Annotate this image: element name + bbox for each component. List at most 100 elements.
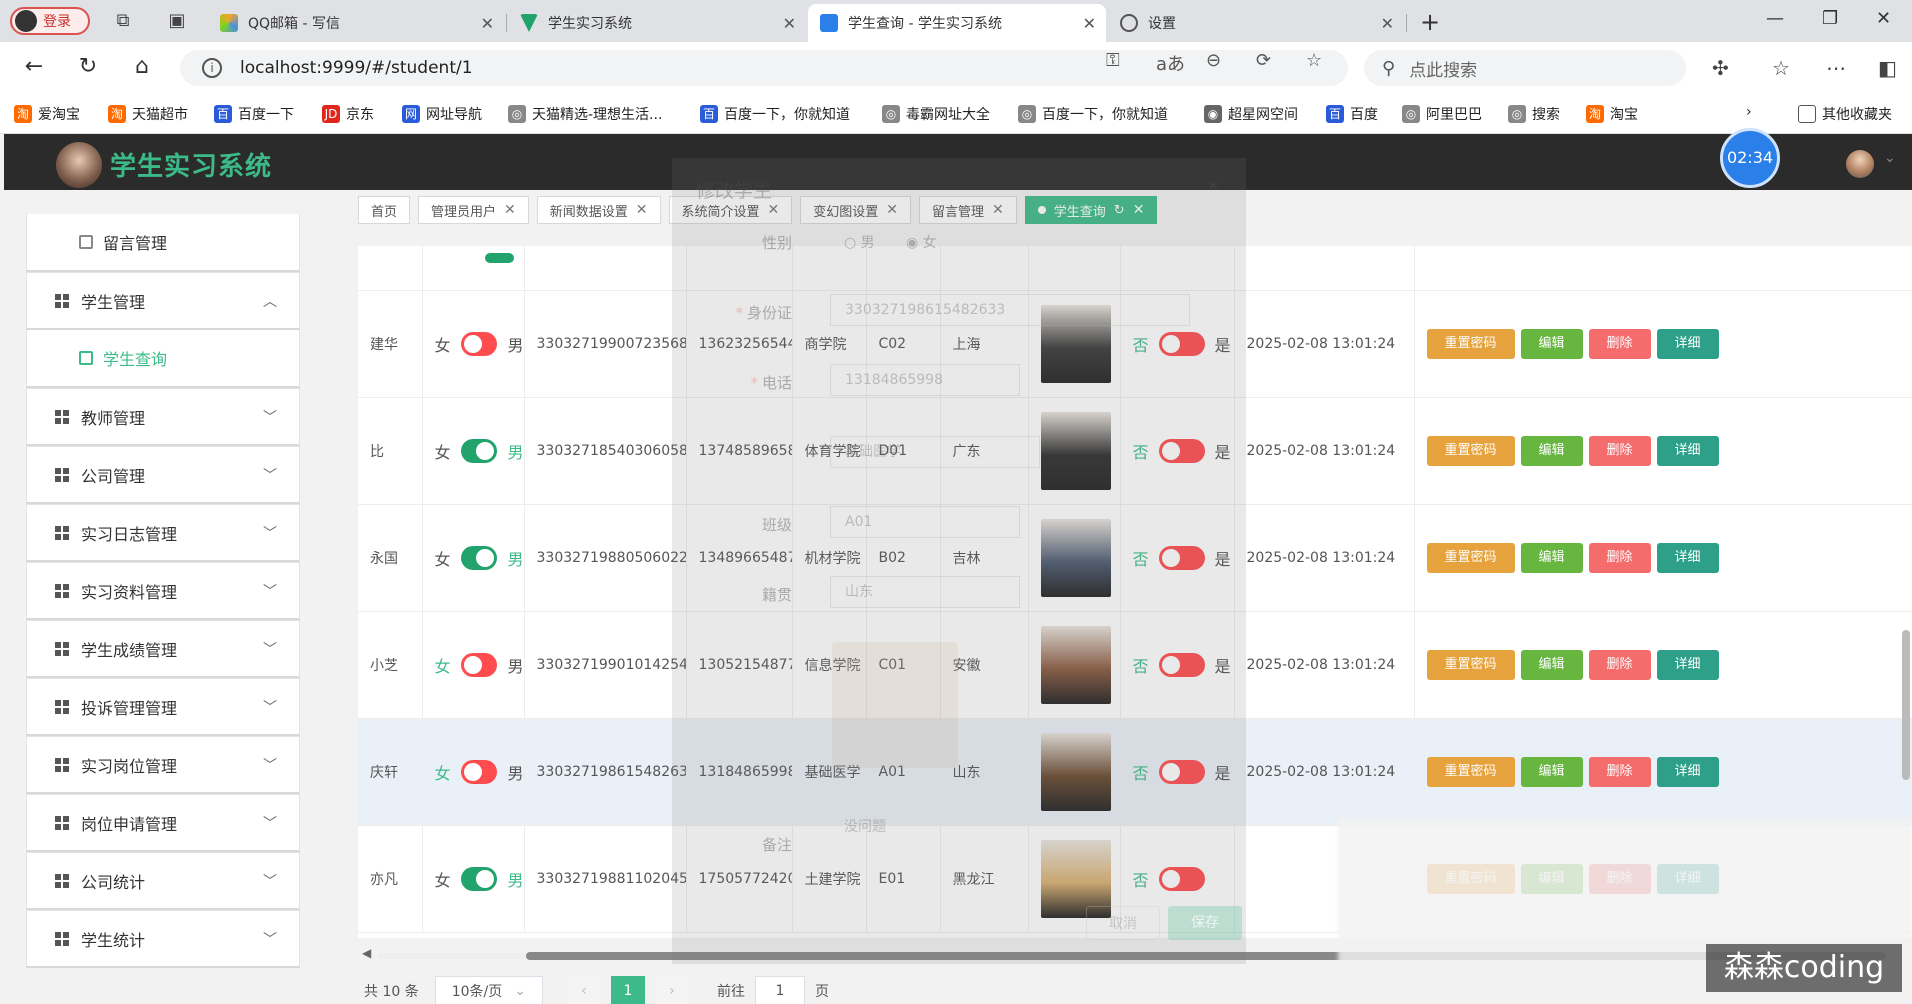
college-select[interactable]: 基础医学 <box>830 436 1040 468</box>
class-input[interactable]: A01 <box>830 506 1020 538</box>
close-icon[interactable]: ✕ <box>1207 176 1220 195</box>
other-bookmarks[interactable]: 其他收藏夹 <box>1798 104 1892 124</box>
browser-tab-system[interactable]: 学生实习系统 ✕ <box>508 4 806 42</box>
sidebar-item-student-query[interactable]: 学生查询 <box>26 330 300 388</box>
reset-password-button[interactable]: 重置密码 <box>1426 756 1515 787</box>
page-size-select[interactable]: 10条/页 ⌄ <box>434 976 543 1004</box>
detail-button[interactable]: 详细 <box>1656 649 1719 680</box>
detail-button[interactable]: 详细 <box>1656 328 1719 359</box>
detail-button[interactable]: 详细 <box>1656 435 1719 466</box>
bookmark-item[interactable]: ◎ 搜索 <box>1508 104 1560 124</box>
profile-button[interactable]: 登录 <box>10 7 90 35</box>
sidebar-item-position[interactable]: 实习岗位管理 ﹀ <box>26 736 300 794</box>
next-page-button[interactable]: › <box>656 976 687 1004</box>
tab-actions-icon[interactable]: ▣ <box>166 10 188 32</box>
tag-admin[interactable]: 管理员用户 ✕ <box>418 196 529 224</box>
sidebar-item-log[interactable]: 实习日志管理 ﹀ <box>26 504 300 562</box>
remark-input[interactable]: 没问题 <box>830 812 1190 844</box>
close-icon[interactable]: ✕ <box>1381 14 1394 33</box>
goto-input[interactable]: 1 <box>754 976 805 1004</box>
edit-button[interactable]: 编辑 <box>1520 435 1583 466</box>
bookmark-item[interactable]: ◎ 百度一下，你就知道 <box>1018 104 1168 124</box>
bookmark-item[interactable]: ◎ 天猫精选-理想生活... <box>508 104 662 124</box>
gender-radio-female[interactable]: ◉ 女 <box>906 232 937 252</box>
bookmark-item[interactable]: 淘淘宝 <box>1586 104 1638 124</box>
minimize-icon[interactable]: — <box>1766 8 1784 29</box>
key-icon[interactable]: ⚿ <box>1106 50 1120 71</box>
window-close-icon[interactable]: ✕ <box>1876 8 1891 29</box>
bookmark-item[interactable]: 淘天猫超市 <box>108 104 188 124</box>
edit-button[interactable]: 编辑 <box>1520 756 1583 787</box>
sidebar-item-company-stats[interactable]: 公司统计 ﹀ <box>26 852 300 910</box>
extensions-icon[interactable]: ✣ <box>1712 56 1729 80</box>
sidebar-item-material[interactable]: 实习资料管理 ﹀ <box>26 562 300 620</box>
gender-switch[interactable] <box>460 545 498 570</box>
sidebar-item-application[interactable]: 岗位申请管理 ﹀ <box>26 794 300 852</box>
bookmark-item[interactable]: 百百度 <box>1326 104 1378 124</box>
back-icon[interactable]: ← <box>20 54 48 79</box>
tag-home[interactable]: 首页 <box>358 196 411 224</box>
close-icon[interactable]: ✕ <box>783 14 796 33</box>
vertical-scrollbar[interactable] <box>1902 630 1910 780</box>
user-avatar[interactable] <box>1846 150 1874 178</box>
origin-input[interactable]: 山东 <box>830 576 1020 608</box>
sidebar-item-student-stats[interactable]: 学生统计 ﹀ <box>26 910 300 968</box>
read-aloud-icon[interactable]: aあ <box>1156 50 1185 76</box>
delete-button[interactable]: 删除 <box>1588 328 1651 359</box>
restore-icon[interactable]: ❐ <box>1822 8 1838 29</box>
gender-switch[interactable] <box>484 252 514 263</box>
close-icon[interactable]: ✕ <box>481 14 494 33</box>
bookmark-item[interactable]: ◉ 超星网空间 <box>1204 104 1298 124</box>
more-icon[interactable]: ⋯ <box>1826 56 1846 80</box>
chevron-down-icon[interactable]: ⌄ <box>1884 150 1896 166</box>
home-icon[interactable]: ⌂ <box>128 54 156 79</box>
gender-switch[interactable] <box>460 866 498 891</box>
edit-button[interactable]: 编辑 <box>1520 649 1583 680</box>
bookmark-item[interactable]: 百百度一下 <box>214 104 294 124</box>
id-input[interactable]: 330327198615482633 <box>830 294 1190 326</box>
bookmarks-overflow-icon[interactable]: › <box>1746 104 1752 120</box>
bookmark-item[interactable]: ◎ 阿里巴巴 <box>1402 104 1482 124</box>
sidebar-item-teacher[interactable]: 教师管理 ﹀ <box>26 388 300 446</box>
sidebar-toggle-icon[interactable]: ◧ <box>1878 56 1897 80</box>
reset-password-button[interactable]: 重置密码 <box>1426 435 1515 466</box>
reset-password-button[interactable]: 重置密码 <box>1426 542 1515 573</box>
sidebar-item-score[interactable]: 学生成绩管理 ﹀ <box>26 620 300 678</box>
delete-button[interactable]: 删除 <box>1588 435 1651 466</box>
phone-input[interactable]: 13184865998 <box>830 364 1020 396</box>
close-icon[interactable]: ✕ <box>636 202 648 218</box>
delete-button[interactable]: 删除 <box>1588 542 1651 573</box>
bookmark-item[interactable]: ◎ 毒霸网址大全 <box>882 104 990 124</box>
close-icon[interactable]: ✕ <box>1083 14 1096 33</box>
tag-news[interactable]: 新闻数据设置 ✕ <box>536 196 661 224</box>
bookmark-item[interactable]: JD 京东 <box>322 104 374 124</box>
gender-switch[interactable] <box>460 331 498 356</box>
favorite-star-icon[interactable]: ☆ <box>1306 50 1322 71</box>
reset-password-button[interactable]: 重置密码 <box>1426 328 1515 359</box>
site-info-icon[interactable]: i <box>202 58 222 78</box>
gender-switch[interactable] <box>460 652 498 677</box>
detail-button[interactable]: 详细 <box>1656 542 1719 573</box>
edit-button[interactable]: 编辑 <box>1520 542 1583 573</box>
detail-button[interactable]: 详细 <box>1656 756 1719 787</box>
sync-icon[interactable]: ⟳ <box>1256 50 1271 71</box>
prev-page-button[interactable]: ‹ <box>568 976 599 1004</box>
gender-switch[interactable] <box>460 438 498 463</box>
sidebar-item-message[interactable]: 留言管理 <box>26 214 300 272</box>
zoom-out-icon[interactable]: ⊖ <box>1206 50 1221 71</box>
bookmark-item[interactable]: 百百度一下，你就知道 <box>700 104 850 124</box>
sidebar-item-company[interactable]: 公司管理 ﹀ <box>26 446 300 504</box>
bookmark-item[interactable]: 淘爱淘宝 <box>14 104 80 124</box>
sidebar-item-complaint[interactable]: 投诉管理管理 ﹀ <box>26 678 300 736</box>
reset-password-button[interactable]: 重置密码 <box>1426 649 1515 680</box>
browser-tab-settings[interactable]: 设置 ✕ <box>1108 4 1404 42</box>
new-tab-button[interactable]: + <box>1420 8 1440 36</box>
edit-button[interactable]: 编辑 <box>1520 328 1583 359</box>
page-number-current[interactable]: 1 <box>610 976 645 1004</box>
browser-tab-student-query[interactable]: 学生查询 - 学生实习系统 ✕ <box>808 4 1106 42</box>
favorites-icon[interactable]: ☆ <box>1772 56 1790 80</box>
student-photo-preview[interactable] <box>832 642 958 768</box>
gender-switch[interactable] <box>460 759 498 784</box>
cancel-button[interactable]: 取消 <box>1086 906 1160 940</box>
close-icon[interactable]: ✕ <box>504 202 516 218</box>
